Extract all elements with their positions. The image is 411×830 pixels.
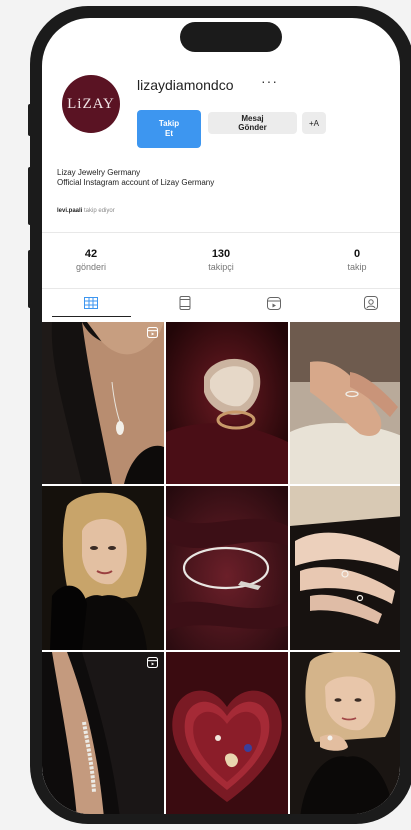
followed-by-text: takip ediyor	[84, 208, 115, 214]
dynamic-island	[180, 22, 282, 52]
bio: Lizay Jewelry Germany Official Instagram…	[57, 168, 214, 188]
stat-value: 42	[84, 248, 98, 260]
followed-by[interactable]: levi.paali takip ediyor	[57, 208, 115, 214]
stat-label: gönderi	[75, 262, 107, 272]
post-tile[interactable]	[290, 652, 400, 814]
post-tile[interactable]	[42, 486, 164, 650]
followed-by-name: levi.paali	[57, 208, 85, 214]
bio-line: Official Instagram account of Lizay Germ…	[57, 178, 215, 187]
post-tile[interactable]	[42, 322, 164, 484]
avatar[interactable]: LiZAY	[62, 75, 120, 133]
active-tab-indicator	[52, 316, 131, 317]
stat-label: takipçi	[208, 262, 234, 272]
stat-following[interactable]: 0 takip	[312, 248, 400, 272]
tagged-icon	[364, 296, 378, 310]
post-tile[interactable]	[166, 322, 288, 484]
tab-reels[interactable]	[177, 296, 193, 310]
follow-button[interactable]: Takip Et	[137, 110, 201, 148]
divider	[42, 232, 400, 233]
post-tile[interactable]	[166, 486, 288, 650]
stat-label: takip	[347, 262, 367, 272]
more-icon[interactable]: ···	[261, 73, 278, 89]
tab-collab[interactable]	[266, 296, 282, 310]
divider	[42, 288, 400, 289]
grid-icon	[84, 297, 98, 309]
tab-tagged[interactable]	[363, 296, 379, 310]
posts-grid	[42, 322, 400, 814]
reels-icon	[179, 296, 191, 310]
avatar-logo-text: LiZAY	[67, 95, 115, 112]
tab-grid[interactable]	[83, 296, 99, 310]
post-tile[interactable]	[166, 652, 288, 814]
bio-line: Lizay Jewelry Germany	[57, 168, 141, 177]
post-tile[interactable]	[290, 322, 400, 484]
username: lizaydiamondco	[137, 77, 234, 93]
stat-posts[interactable]: 42 gönderi	[46, 248, 136, 272]
stat-value: 130	[211, 248, 231, 260]
add-user-button[interactable]: +A	[302, 112, 326, 134]
stat-followers[interactable]: 130 takipçi	[176, 248, 266, 272]
reel-icon	[147, 327, 158, 338]
collab-icon	[267, 297, 281, 310]
page: LiZAY lizaydiamondco ··· Takip Et Mesaj Gö…	[0, 0, 411, 830]
post-tile[interactable]	[42, 652, 164, 814]
message-button[interactable]: Mesaj Gönder	[208, 112, 297, 134]
post-tile[interactable]	[290, 486, 400, 650]
phone-screen: LiZAY lizaydiamondco ··· Takip Et Mesaj Gö…	[42, 18, 400, 814]
stat-value: 0	[353, 248, 361, 260]
reel-icon	[147, 657, 158, 668]
